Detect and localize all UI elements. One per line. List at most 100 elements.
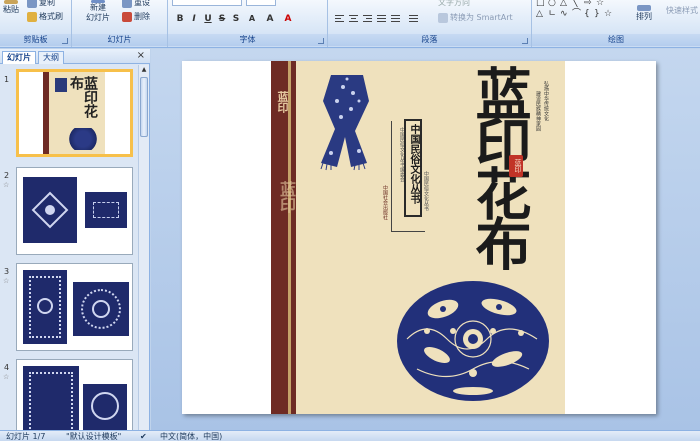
l-shape-icon[interactable]: ㄴ xyxy=(548,9,556,19)
thumb-pattern-image xyxy=(85,192,127,228)
oval-shape-icon[interactable]: ○ xyxy=(548,0,556,8)
distributed-button[interactable] xyxy=(390,13,401,24)
close-icon[interactable]: × xyxy=(137,50,145,61)
font-name-combo[interactable] xyxy=(172,0,242,6)
paste-button[interactable]: 粘贴 xyxy=(3,0,19,15)
delete-icon xyxy=(122,11,132,22)
thumb-number: 2 xyxy=(4,171,10,180)
spellcheck-icon[interactable]: ✔ xyxy=(140,431,147,441)
clipboard-group: 粘贴 复制 格式刷 剪贴板 xyxy=(0,0,72,47)
paragraph-launcher-icon[interactable] xyxy=(522,38,528,44)
font-color-button[interactable]: A xyxy=(282,13,294,25)
font-group: B I U S S A A A 字体 xyxy=(168,0,328,47)
scroll-up-icon[interactable]: ▲ xyxy=(140,65,148,75)
thumb-pattern-image xyxy=(23,177,77,243)
status-bar: 幻灯片 1/7 "默认设计模板" ✔ 中文(简体，中国) xyxy=(0,430,700,441)
font-size-combo[interactable] xyxy=(246,0,276,6)
thumb-pattern-image xyxy=(23,366,79,430)
slide-counter: 幻灯片 1/7 xyxy=(6,432,46,441)
bold-button[interactable]: B xyxy=(174,13,186,25)
strikethrough-button[interactable]: S xyxy=(216,13,228,25)
font-launcher-icon[interactable] xyxy=(318,38,324,44)
thumb-cover-image: 蓝印花布 xyxy=(43,72,105,154)
pane-scrollbar[interactable]: ▲ xyxy=(138,65,149,430)
brace-right-shape-icon[interactable]: } xyxy=(594,9,600,19)
series-title-box: 中国民俗文化丛书 xyxy=(404,119,422,217)
language-indicator[interactable]: 中文(简体，中国) xyxy=(160,431,222,441)
spine-title-top: 蓝印 xyxy=(276,91,289,113)
align-left-button[interactable] xyxy=(334,13,345,24)
slide-thumb-2[interactable] xyxy=(16,167,133,255)
animation-star-icon: ☆ xyxy=(3,181,10,189)
char-spacing-button[interactable]: A xyxy=(246,13,258,25)
thumb-title: 蓝印花布 xyxy=(68,76,98,118)
arrow-shape-icon[interactable]: ⇨ xyxy=(584,0,592,8)
animation-star-icon: ☆ xyxy=(3,373,10,381)
spine-title-bottom: 蓝印 xyxy=(277,181,296,213)
tab-outline[interactable]: 大纲 xyxy=(38,51,64,64)
font-group-label: 字体 xyxy=(168,34,327,46)
thumb-pattern-image xyxy=(73,282,129,336)
clipboard-group-label: 剪贴板 xyxy=(0,34,71,46)
slogan-text-2: 建设民族精神家园 xyxy=(535,91,541,131)
slide-canvas[interactable]: 蓝印 蓝印 中国民俗文化丛书编委会 中国民俗文化丛书 中国民俗文化丛书 蓝印花布… xyxy=(182,61,656,414)
slides-pane: 幻灯片 大纲 × 1 蓝印花布 2 ☆ 3 ☆ 4 ☆ ▲ xyxy=(0,49,150,430)
align-right-button[interactable] xyxy=(362,13,373,24)
format-painter-icon xyxy=(27,11,37,22)
delete-button[interactable]: 删除 xyxy=(122,11,150,22)
slides-group-label: 幻灯片 xyxy=(72,34,167,46)
scarf-illustration xyxy=(320,75,369,171)
underline-button[interactable]: U xyxy=(202,13,214,25)
smartart-button[interactable]: 转换为 SmartArt xyxy=(438,12,513,23)
scroll-thumb[interactable] xyxy=(140,77,148,137)
slide-editor: 蓝印 蓝印 中国民俗文化丛书编委会 中国民俗文化丛书 中国民俗文化丛书 蓝印花布… xyxy=(151,49,700,430)
text-direction-button[interactable]: 文字方向 xyxy=(438,0,470,8)
ribbon: 粘贴 复制 格式刷 剪贴板 新建 幻灯片 重设 删除 幻灯片 B I U S S… xyxy=(0,0,700,48)
reset-icon xyxy=(122,0,132,8)
arc-shape-icon[interactable]: ⌒ xyxy=(572,9,581,19)
format-painter-button[interactable]: 格式刷 xyxy=(27,11,63,22)
copy-icon xyxy=(27,0,37,8)
justify-button[interactable] xyxy=(376,13,387,24)
paragraph-group-label: 段落 xyxy=(328,34,531,46)
paragraph-group: 文字方向 转换为 SmartArt 段落 xyxy=(328,0,532,47)
align-center-button[interactable] xyxy=(348,13,359,24)
tab-slides[interactable]: 幻灯片 xyxy=(2,51,36,64)
drawing-group-label: 绘图 xyxy=(532,34,700,46)
columns-button[interactable] xyxy=(408,13,419,24)
thumb-pattern-image xyxy=(83,384,127,430)
drawing-group: □ ○ △ ╲ ⇨ ☆ △ ㄴ ∿ ⌒ { } ☆ 排列 快速样式 绘图 xyxy=(532,0,700,47)
arrange-button[interactable]: 排列 xyxy=(636,5,652,22)
slide-thumb-1[interactable]: 蓝印花布 xyxy=(16,69,133,157)
animation-star-icon: ☆ xyxy=(3,277,10,285)
thumb-number: 3 xyxy=(4,267,10,276)
clipboard-launcher-icon[interactable] xyxy=(62,38,68,44)
change-case-button[interactable]: A xyxy=(264,13,276,25)
cover-spine: 蓝印 蓝印 xyxy=(271,61,296,414)
slide-thumb-3[interactable] xyxy=(16,263,133,351)
red-seal: 蓝印 xyxy=(509,155,523,177)
new-slide-button[interactable]: 新建 幻灯片 xyxy=(86,0,110,23)
curve-shape-icon[interactable]: △ xyxy=(536,9,543,19)
line-shape-icon[interactable]: ╲ xyxy=(572,0,577,8)
triangle-shape-icon[interactable]: △ xyxy=(560,0,567,8)
shapes-gallery[interactable]: □ ○ △ ╲ ⇨ ☆ △ ㄴ ∿ ⌒ { } ☆ xyxy=(536,0,628,28)
star-shape-icon[interactable]: ☆ xyxy=(596,0,604,8)
slogan-text-1: 弘扬中华传统文化 xyxy=(543,81,549,121)
slide-thumb-4[interactable] xyxy=(16,359,133,430)
brace-shape-icon[interactable]: { xyxy=(584,9,590,19)
series-title: 中国民俗文化丛书 xyxy=(408,124,419,204)
smartart-icon xyxy=(438,12,448,23)
copy-button[interactable]: 复制 xyxy=(27,0,55,8)
theme-name[interactable]: "默认设计模板" xyxy=(66,431,121,441)
italic-button[interactable]: I xyxy=(188,13,200,25)
quick-styles-button[interactable]: 快速样式 xyxy=(666,5,698,16)
shadow-button[interactable]: S xyxy=(230,13,242,25)
squiggle-shape-icon[interactable]: ∿ xyxy=(560,9,568,19)
rect-shape-icon[interactable]: □ xyxy=(536,0,545,8)
book-cover-image[interactable]: 蓝印 蓝印 中国民俗文化丛书编委会 中国民俗文化丛书 中国民俗文化丛书 蓝印花布… xyxy=(271,61,565,414)
slides-group: 新建 幻灯片 重设 删除 幻灯片 xyxy=(72,0,168,47)
star-small-shape-icon[interactable]: ☆ xyxy=(604,9,612,19)
book-title: 蓝印花布 xyxy=(466,65,532,265)
reset-button[interactable]: 重设 xyxy=(122,0,150,8)
